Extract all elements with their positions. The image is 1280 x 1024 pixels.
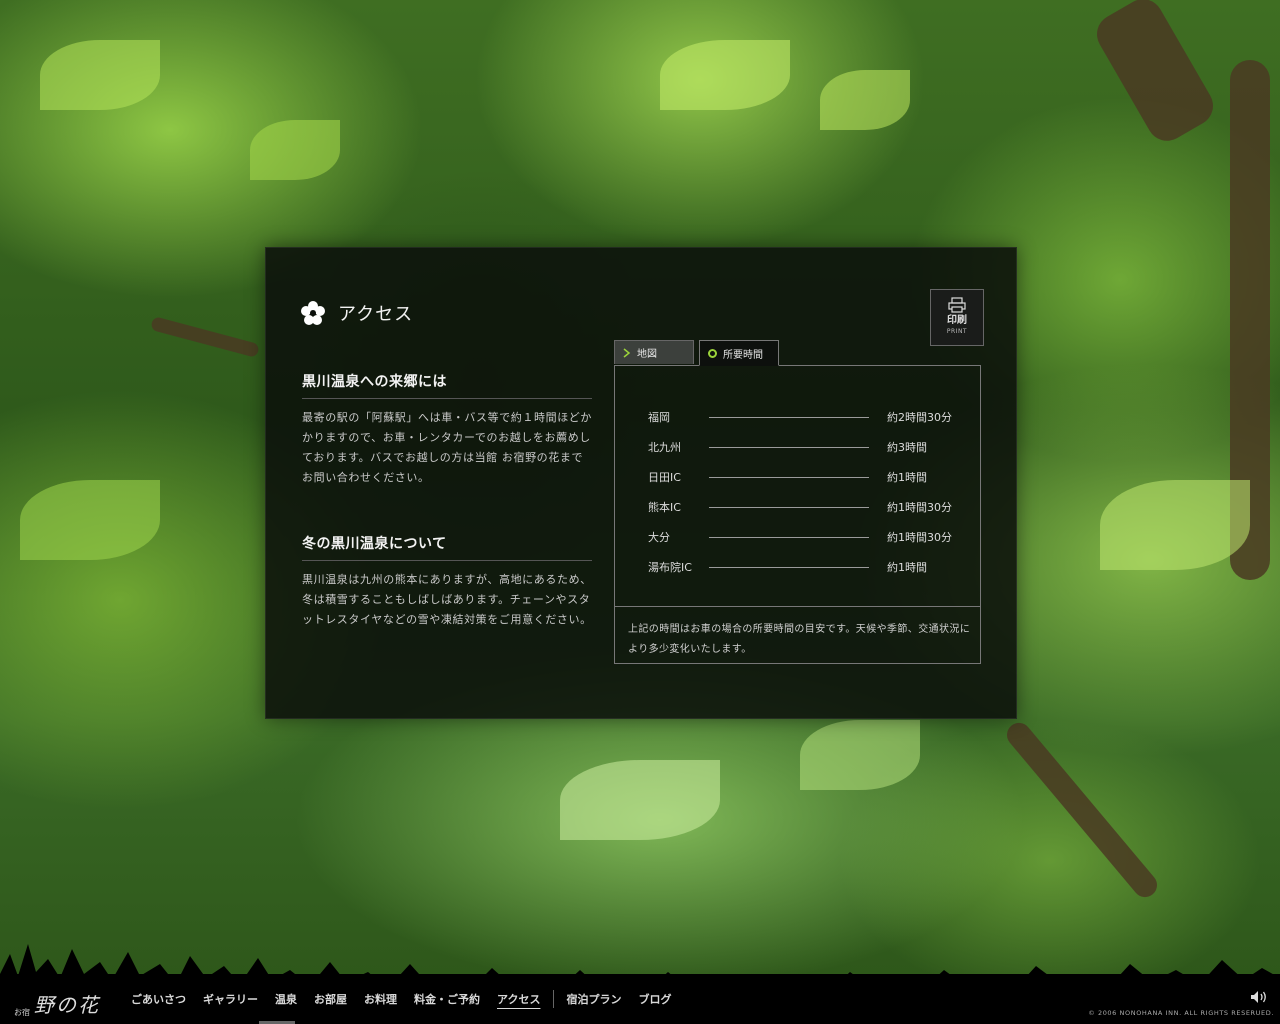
duration: 約1時間30分 [887,531,952,544]
leader-line [709,416,869,418]
leader-line [709,506,869,508]
tab-travel-time[interactable]: 所要時間 [699,340,779,366]
flower-icon [301,301,325,325]
tree-branch [1002,718,1162,902]
leaf [820,70,910,130]
leaf [660,40,790,110]
destination: 湯布院IC [648,561,692,574]
travel-time-row: 熊本IC 約1時間30分 [648,500,960,514]
travel-time-row: 福岡 約2時間30分 [648,410,960,424]
logo[interactable]: お宿 野の花 [14,989,100,1018]
travel-time-note: 上記の時間はお車の場合の所要時間の目安です。天候や季節、交通状況により多少変化い… [628,624,971,655]
logo-small-text: お宿 [14,1008,30,1017]
duration: 約1時間 [887,471,927,484]
section-body: 黒川温泉は九州の熊本にありますが、高地にあるため、冬は積雪することもしばしばあり… [302,573,592,626]
page-title-text: アクセス [338,304,414,325]
nav-item-hot-spring[interactable]: 温泉 [275,991,297,1007]
chevron-right-icon [623,347,631,358]
section-arrival: 黒川温泉への来郷には 最寄の駅の「阿蘇駅」へは車・バス等で約１時間ほどかかります… [302,371,592,488]
duration: 約1時間30分 [887,501,952,514]
nav-item-rooms[interactable]: お部屋 [314,991,347,1007]
leaf [250,120,340,180]
travel-time-row: 北九州 約3時間 [648,440,960,454]
nav-item-plans[interactable]: 宿泊プラン [566,991,621,1007]
print-sublabel: PRINT [946,328,968,335]
leader-line [709,476,869,478]
duration: 約1時間 [887,561,927,574]
tab-map-label: 地図 [637,349,657,360]
page-title: アクセス [300,300,413,326]
leader-line [709,536,869,538]
print-label: 印刷 [947,315,967,326]
leaf [40,40,160,110]
nav-item-greeting[interactable]: ごあいさつ [131,991,186,1007]
tab-travel-time-label: 所要時間 [723,349,763,361]
circle-icon [708,348,717,358]
leader-line [709,446,869,448]
tab-map[interactable]: 地図 [614,340,694,364]
logo-main-text: 野の花 [34,993,100,1017]
travel-time-row: 湯布院IC 約1時間 [648,560,960,574]
leaf [560,760,720,840]
sound-icon[interactable] [1250,990,1268,1004]
nav-item-access[interactable]: アクセス [497,991,540,1007]
travel-time-box: 福岡 約2時間30分 北九州 約3時間 日田IC 約1時間 熊本IC 約1時間3… [614,365,981,664]
nav-item-cuisine[interactable]: お料理 [364,991,397,1007]
section-heading: 冬の黒川温泉について [302,533,592,561]
footer-nav-bar: お宿 野の花 ごあいさつ ギャラリー 温泉 お部屋 お料理 料金・ご予約 アクセ… [0,974,1280,1024]
nav-item-blog[interactable]: ブログ [638,991,671,1007]
access-panel: アクセス 印刷 PRINT 黒川温泉への来郷には 最寄の駅の「阿蘇駅」へは車・バ… [265,247,1017,719]
travel-time-row: 大分 約1時間30分 [648,530,960,544]
nav-item-gallery[interactable]: ギャラリー [203,991,258,1007]
nav-item-rates-reservation[interactable]: 料金・ご予約 [414,991,480,1007]
duration: 約2時間30分 [887,411,952,424]
main-nav: ごあいさつ ギャラリー 温泉 お部屋 お料理 料金・ご予約 アクセス 宿泊プラン… [131,990,688,1008]
destination: 北九州 [648,441,681,454]
duration: 約3時間 [887,441,927,454]
destination: 熊本IC [648,501,681,514]
tree-branch [1089,0,1221,149]
section-winter: 冬の黒川温泉について 黒川温泉は九州の熊本にありますが、高地にあるため、冬は積雪… [302,533,592,630]
leaf [1100,480,1250,570]
copyright: © 2006 NONOHANA INN. ALL RIGHTS RESERUED… [1088,1009,1274,1017]
destination: 大分 [648,531,670,544]
divider [615,606,980,607]
tree-branch [150,316,260,358]
nav-separator [553,990,555,1008]
leader-line [709,566,869,568]
destination: 福岡 [648,411,670,424]
leaf [800,720,920,790]
print-button[interactable]: 印刷 PRINT [930,289,984,346]
travel-time-row: 日田IC 約1時間 [648,470,960,484]
leaf [20,480,160,560]
section-heading: 黒川温泉への来郷には [302,371,592,399]
print-icon [948,297,966,313]
destination: 日田IC [648,471,681,484]
section-body: 最寄の駅の「阿蘇駅」へは車・バス等で約１時間ほどかかりますので、お車・レンタカー… [302,411,592,484]
